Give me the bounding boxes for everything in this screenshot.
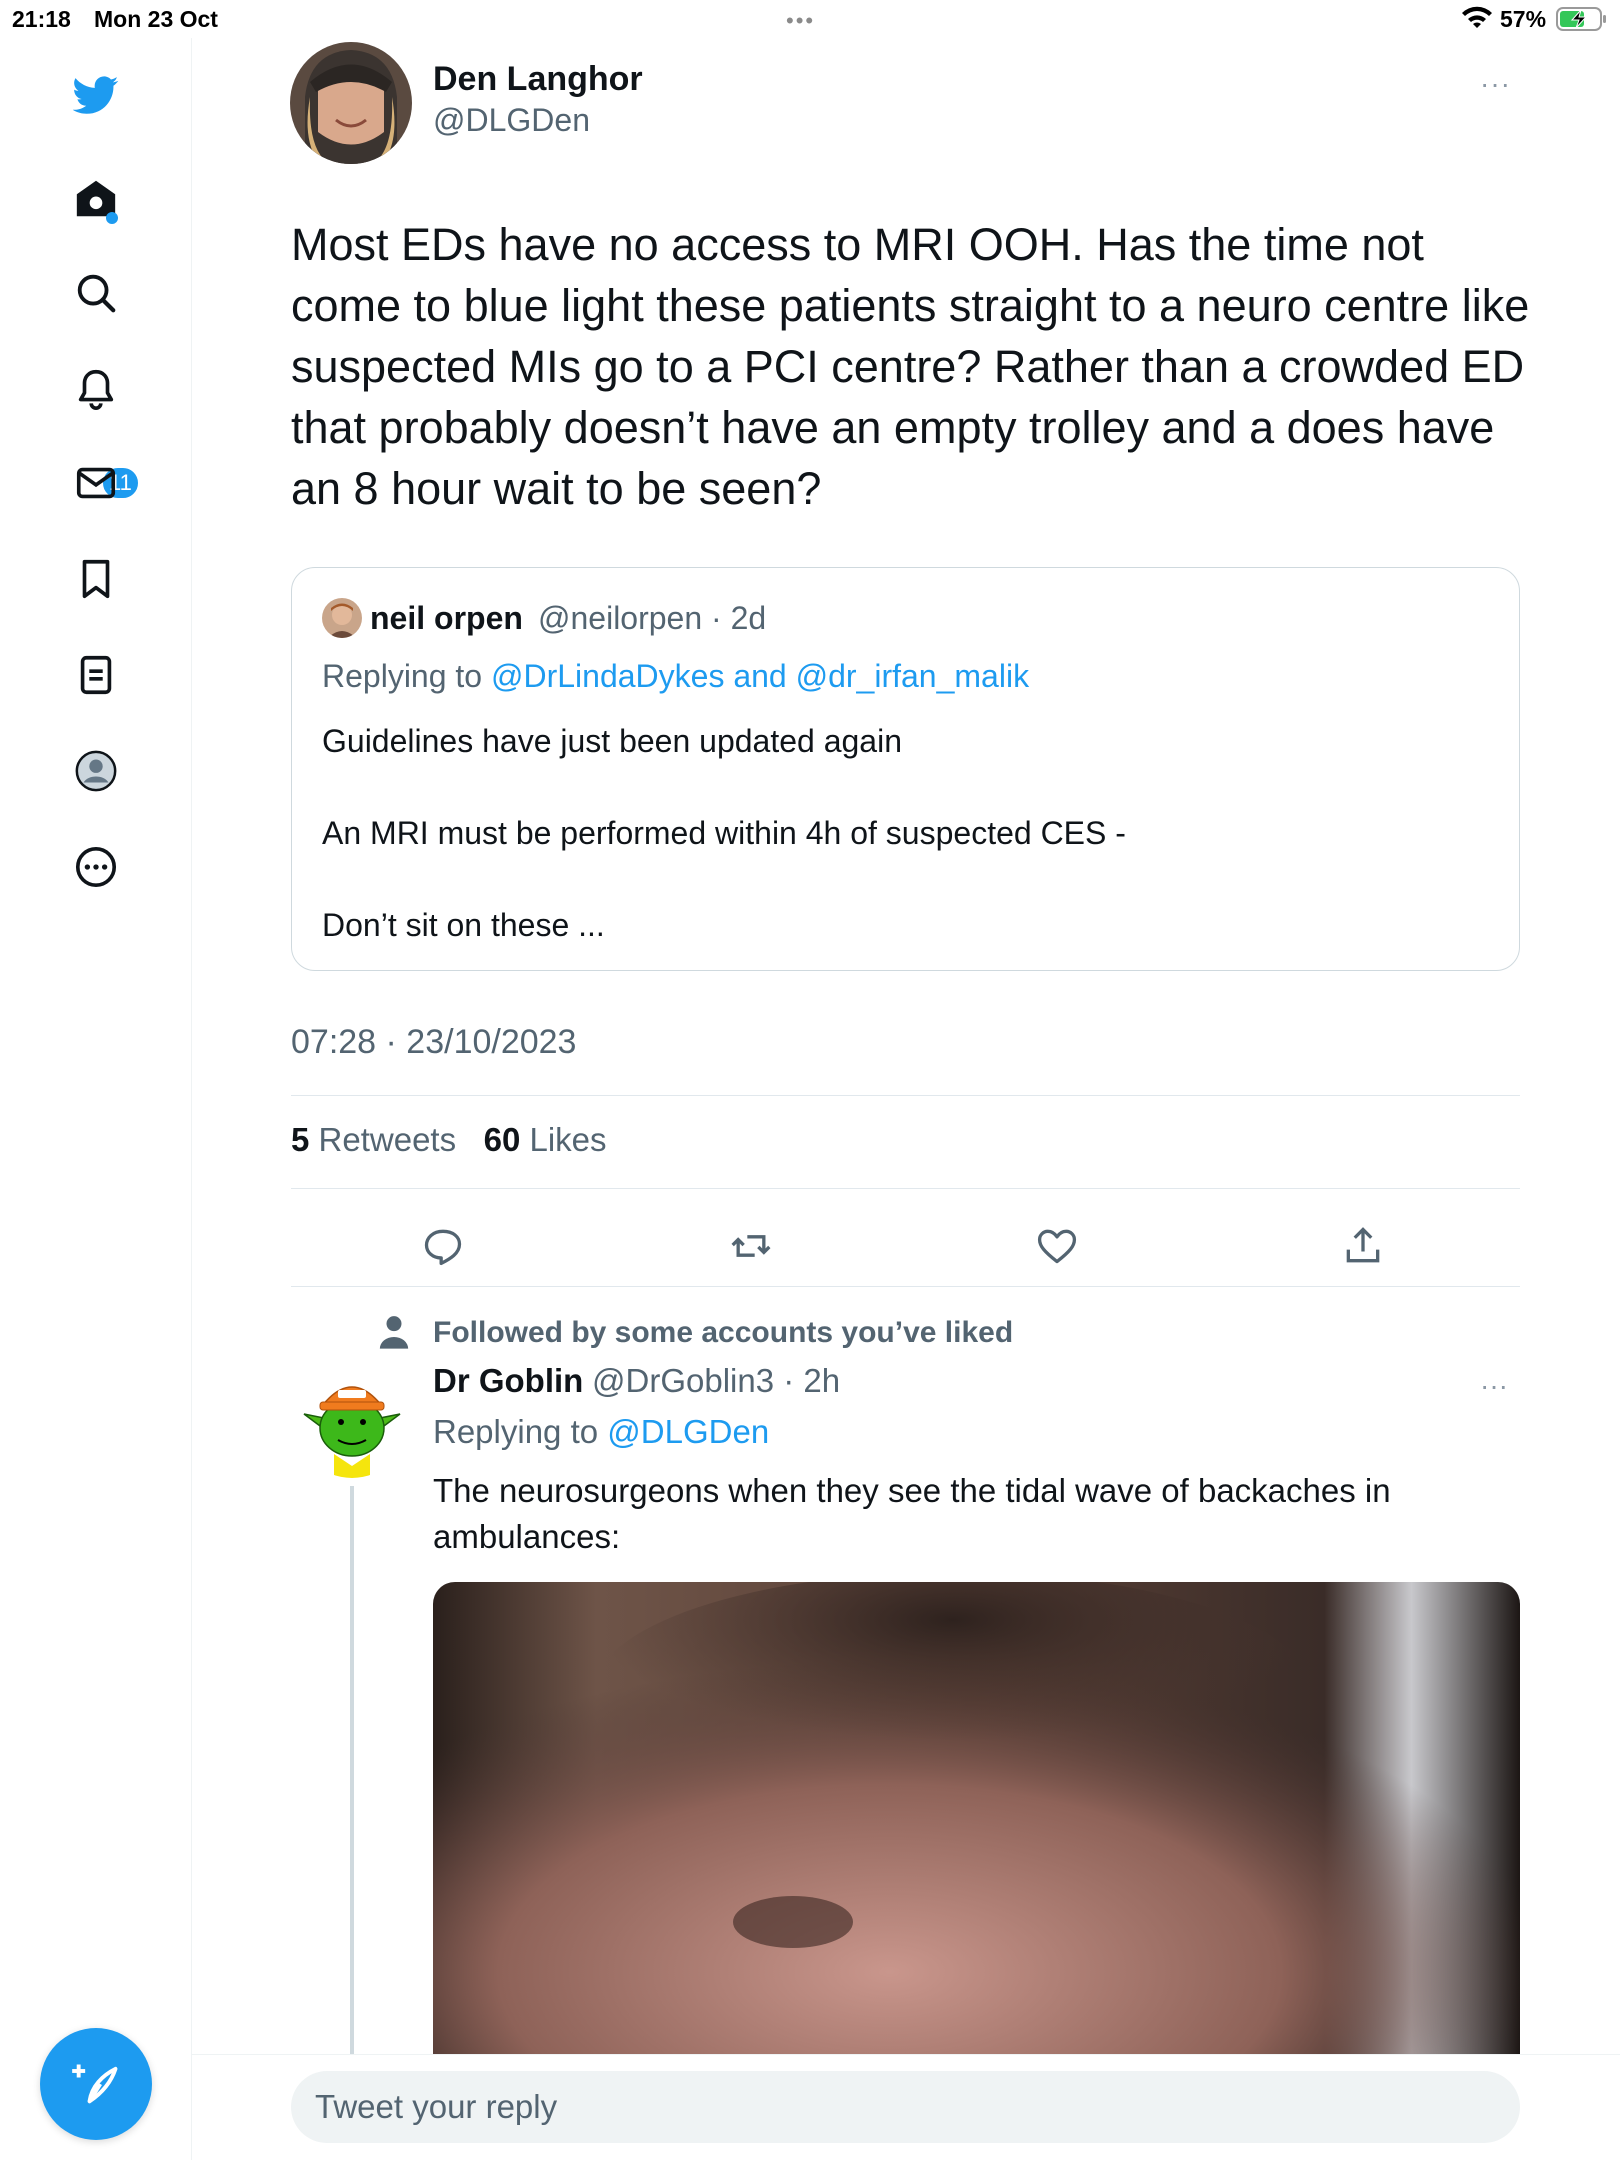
quoted-text: Guidelines have just been updated again … [322,718,1482,994]
replying-prefix: Replying to [433,1413,599,1450]
retweet-icon [731,1235,771,1257]
mail-icon [76,467,116,499]
nav-profile[interactable] [63,738,129,804]
quoted-avatar-image [322,598,362,638]
bookmark-icon [82,559,110,599]
quoted-handle-time: @neilorpen · 2d [538,600,767,636]
likes-stat[interactable]: 60 Likes [484,1121,607,1158]
heart-icon [1037,1229,1077,1264]
twitter-logo-button[interactable] [63,62,129,128]
tweet-stats: 5 Retweets 60 Likes [291,1121,607,1159]
reply-composer [192,2054,1620,2160]
bell-icon [78,369,114,410]
status-time: 21:18 [12,6,71,32]
media-image [433,1582,1520,2102]
goblin-avatar-image [296,1366,408,1478]
reply-button[interactable] [413,1216,473,1276]
quoted-line-3: Don’t sit on these ... [322,907,605,943]
compose-tweet-button[interactable] [40,2028,152,2140]
author-name[interactable]: Den Langhor [433,60,643,99]
share-icon [1346,1227,1380,1263]
sidebar: 11 [0,38,192,2160]
reply-icon [424,1229,462,1266]
battery-charging-icon [1556,7,1606,31]
author-avatar[interactable] [290,42,412,164]
reply-author-avatar[interactable] [296,1366,408,1478]
author-handle[interactable]: @DLGDen [433,102,590,139]
retweets-stat[interactable]: 5 Retweets [291,1121,456,1158]
avatar-icon [75,750,117,792]
person-icon [379,1316,409,1349]
battery-percentage: 57% [1500,6,1547,32]
nav-bookmarks[interactable] [63,546,129,612]
search-icon [77,274,116,313]
share-button[interactable] [1333,1216,1393,1276]
thread-line [350,1486,354,2086]
multitasking-dots-icon[interactable]: ••• [786,8,815,34]
nav-explore[interactable] [63,260,129,326]
replying-to-link[interactable]: @DLGDen [607,1413,769,1450]
tweet-actions [291,1216,1520,1296]
retweet-button[interactable] [721,1216,781,1276]
feather-plus-icon [72,2064,118,2104]
reply-handle-time[interactable]: @DrGoblin3 · 2h [592,1362,840,1400]
reply-more-icon[interactable]: ··· [1480,1370,1508,1402]
likes-count: 60 [483,1121,521,1158]
bird-icon [73,76,119,114]
quoted-line-1: Guidelines have just been updated again [322,723,902,759]
wifi-icon [1462,6,1492,28]
divider [291,1188,1520,1189]
quoted-replying-to: Replying to @DrLindaDykes and @dr_irfan_… [322,658,1029,695]
divider [291,1286,1520,1287]
author-avatar-image [290,42,412,164]
nav-home[interactable] [63,166,129,232]
tweet-text: Most EDs have no access to MRI OOH. Has … [291,219,1530,514]
reply-author-name[interactable]: Dr Goblin [433,1362,583,1400]
likes-label: Likes [529,1121,607,1158]
quoted-tweet[interactable]: neil orpen @neilorpen · 2d Replying to @… [291,567,1520,971]
replying-prefix: Replying to [322,658,483,694]
like-button[interactable] [1027,1216,1087,1276]
home-unread-dot [106,212,118,224]
tweet-detail: Den Langhor @DLGDen ··· Most EDs have no… [192,38,1620,2160]
reply-media-gif[interactable] [433,1582,1520,2102]
list-icon [80,655,112,695]
more-circle-icon [75,846,117,888]
tweet-timestamp[interactable]: 07:28 · 23/10/2023 [291,1023,576,1062]
status-date: Mon 23 Oct [94,6,218,32]
reply-text: The neurosurgeons when they see the tida… [433,1472,1391,1555]
status-bar: 21:18 Mon 23 Oct ••• 57% [0,0,1620,38]
nav-messages[interactable] [63,450,129,516]
nav-more[interactable] [63,834,129,900]
reply-replying-to: Replying to @DLGDen [433,1413,769,1451]
nav-lists[interactable] [63,642,129,708]
quoted-line-2: An MRI must be performed within 4h of su… [322,815,1126,851]
reply-input[interactable] [291,2071,1520,2143]
replying-to-links[interactable]: @DrLindaDykes and @dr_irfan_malik [491,658,1029,694]
divider [291,1095,1520,1096]
nav-notifications[interactable] [63,356,129,422]
social-context: Followed by some accounts you’ve liked [433,1316,1014,1349]
tweet-more-icon[interactable]: ··· [1480,68,1511,100]
quoted-author-avatar [322,598,362,638]
retweets-count: 5 [291,1121,310,1158]
retweets-label: Retweets [318,1121,457,1158]
quoted-author-name: neil orpen [370,600,523,636]
